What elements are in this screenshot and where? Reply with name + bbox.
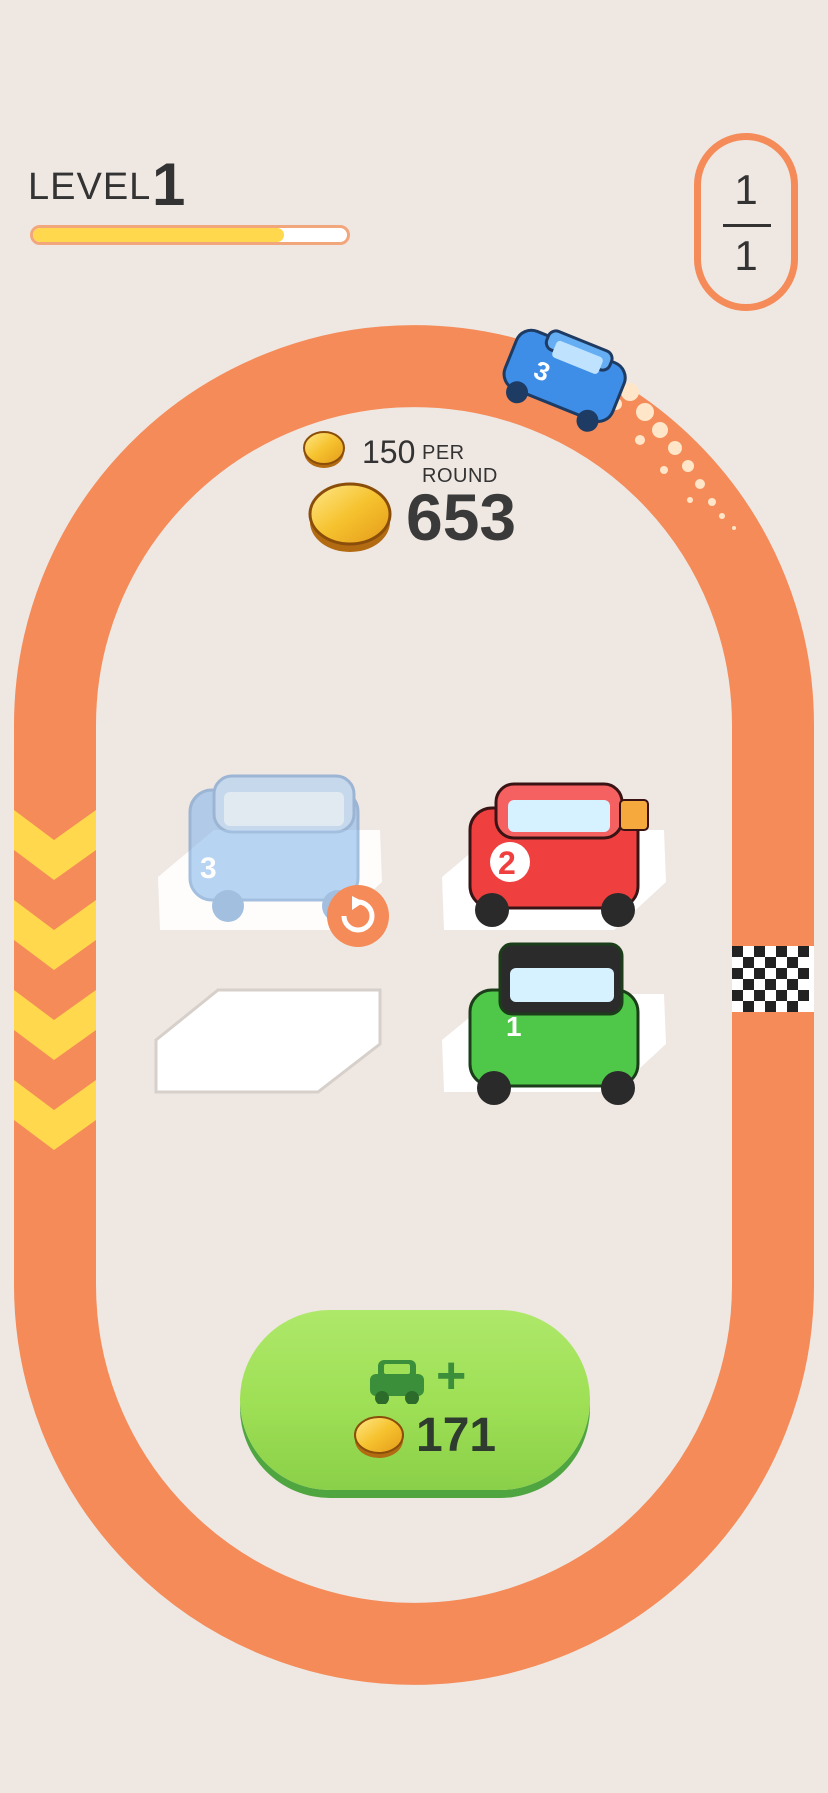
car-level-2: 2 bbox=[468, 782, 649, 927]
lap-counter-badge: 1 1 bbox=[694, 133, 798, 311]
car-level-1: 1 bbox=[468, 942, 640, 1105]
svg-text:2: 2 bbox=[498, 845, 516, 881]
laps-total: 1 bbox=[734, 232, 758, 279]
svg-text:3: 3 bbox=[200, 852, 217, 885]
coin-total: 653 bbox=[406, 480, 517, 554]
svg-text:1: 1 bbox=[506, 1011, 522, 1042]
per-round-value: 150 bbox=[362, 434, 416, 470]
level-number: 1 bbox=[152, 151, 186, 218]
finish-line-icon bbox=[732, 946, 814, 1012]
buy-plus-label: + bbox=[436, 1347, 467, 1405]
level-progress-bar bbox=[30, 225, 350, 245]
buy-car-button[interactable]: + 171 bbox=[240, 1310, 590, 1490]
coin-small-icon bbox=[303, 431, 345, 468]
parking-slot-bottom-left bbox=[154, 988, 382, 1094]
refresh-icon bbox=[327, 885, 389, 947]
buy-price: 171 bbox=[416, 1409, 497, 1462]
coin-icon bbox=[354, 1416, 404, 1458]
lap-divider bbox=[723, 224, 771, 227]
coin-large-icon bbox=[308, 482, 392, 552]
level-progress-fill bbox=[33, 228, 285, 242]
car-icon bbox=[370, 1360, 424, 1404]
level-label: LEVEL bbox=[28, 166, 152, 208]
laps-completed: 1 bbox=[734, 166, 758, 213]
